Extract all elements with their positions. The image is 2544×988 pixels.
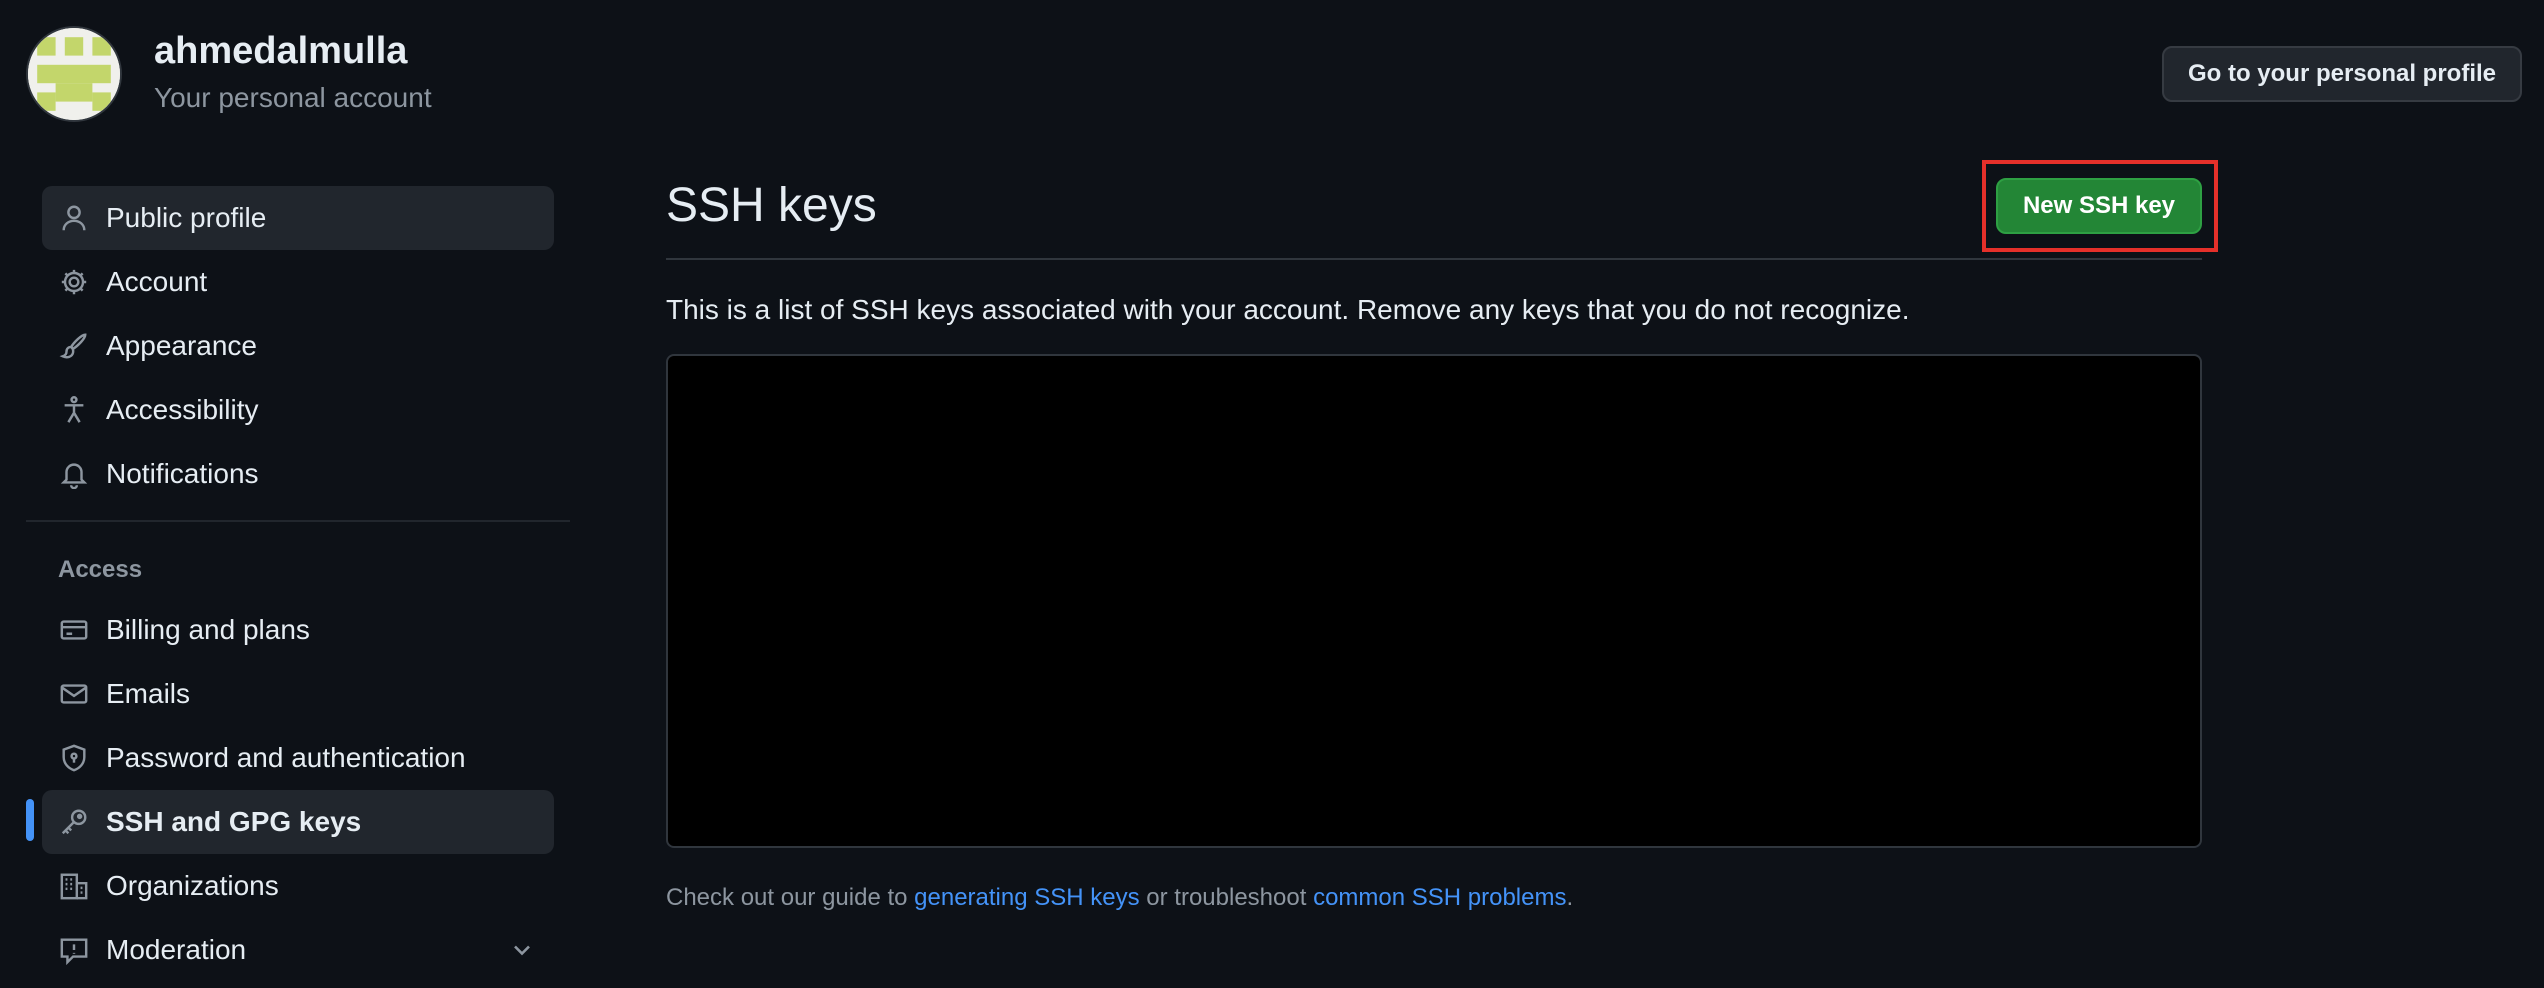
sidebar-item-label: SSH and GPG keys [106,806,362,837]
paintbrush-icon [58,330,90,362]
sidebar-section-access: Access [58,556,143,583]
sidebar-divider [26,520,570,522]
sidebar-item-label: Appearance [106,330,258,361]
username[interactable]: ahmedalmulla [154,30,407,73]
go-to-profile-button[interactable]: Go to your personal profile [2162,46,2522,102]
sidebar-item-organizations[interactable]: Organizations [42,854,554,918]
sidebar-item-label: Moderation [106,934,247,965]
title-divider [666,258,2202,260]
generating-ssh-keys-link[interactable]: generating SSH keys [914,884,1139,911]
gear-icon [58,266,90,298]
active-indicator [26,799,34,841]
report-icon [58,934,90,966]
sidebar-item-label: Organizations [106,870,279,901]
sidebar-item-label: Notifications [106,458,259,489]
sidebar-item-label: Accessibility [106,394,259,425]
ssh-keys-list-redacted [666,354,2202,848]
sidebar-item-password-auth[interactable]: Password and authentication [42,726,554,790]
sidebar-item-notifications[interactable]: Notifications [42,442,554,506]
sidebar-item-appearance[interactable]: Appearance [42,314,554,378]
help-note-prefix: Check out our guide to [666,884,915,911]
mail-icon [58,678,90,710]
sidebar-item-billing[interactable]: Billing and plans [42,598,554,662]
sidebar-item-moderation[interactable]: Moderation [42,918,554,982]
bell-icon [58,458,90,490]
sidebar-item-emails[interactable]: Emails [42,662,554,726]
account-type-label: Your personal account [154,82,432,113]
accessibility-icon [58,394,90,426]
new-ssh-key-button[interactable]: New SSH key [1996,178,2202,234]
sidebar-item-label: Public profile [106,202,267,233]
key-icon [58,806,90,838]
help-note-suffix: . [1566,884,1574,911]
credit-card-icon [58,614,90,646]
avatar[interactable] [26,26,122,122]
help-note-mid: or troubleshoot [1139,884,1314,911]
sidebar-item-ssh-gpg-keys[interactable]: SSH and GPG keys [42,790,554,854]
sidebar-item-label: Billing and plans [106,614,310,645]
sidebar-item-label: Password and authentication [106,742,466,773]
sidebar-item-label: Emails [106,678,191,709]
identicon-icon [28,28,120,120]
shield-lock-icon [58,742,90,774]
page-header: ahmedalmulla Your personal account Go to… [0,0,2544,140]
sidebar-item-account[interactable]: Account [42,250,554,314]
common-ssh-problems-link[interactable]: common SSH problems [1313,884,1566,911]
help-note: Check out our guide to generating SSH ke… [666,884,1573,912]
page-title: SSH keys [666,179,877,232]
sidebar-item-accessibility[interactable]: Accessibility [42,378,554,442]
chevron-down-icon[interactable] [508,936,536,964]
sidebar-item-public-profile[interactable]: Public profile [42,186,554,250]
ssh-keys-description: This is a list of SSH keys associated wi… [666,294,1910,325]
organization-icon [58,870,90,902]
person-icon [58,202,90,234]
sidebar-item-label: Account [106,266,208,297]
